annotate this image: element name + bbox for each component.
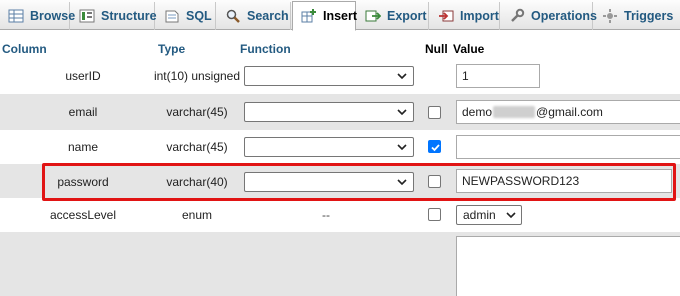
browse-icon [8,8,24,24]
header-type: Type [158,42,186,56]
export-icon [365,8,382,24]
tab-label: Insert [323,9,358,23]
tab-label: Structure [101,9,157,23]
tab-import[interactable]: Import [430,2,500,30]
header-null: Null [425,42,448,56]
tab-sql[interactable]: SQL [156,2,216,30]
import-icon [438,8,454,24]
tab-label: Triggers [624,9,674,23]
null-checkbox[interactable] [428,140,441,153]
table-header: Column Type Function Null Value [0,40,680,58]
column-name: name [67,140,99,154]
tab-export[interactable]: Export [357,2,429,30]
triggers-icon [602,8,618,24]
chevron-down-icon [506,212,516,219]
tab-structure[interactable]: Structure [71,2,157,30]
table-row: name varchar(45) [0,130,680,164]
header-column: Column [2,42,47,56]
chevron-down-icon [397,144,407,151]
null-checkbox[interactable] [428,208,441,221]
value-textarea[interactable] [456,236,680,296]
header-function: Function [240,42,291,56]
column-type: int(10) unsigned [153,69,241,83]
table-row: userID int(10) unsigned 1 [0,58,680,94]
tab-label: Export [387,9,427,23]
tab-browse[interactable]: Browse [0,2,75,30]
value-enum-select[interactable]: admin [456,205,522,225]
value-input[interactable]: demo @gmail.com [456,100,680,124]
function-select[interactable] [244,66,414,86]
tab-label: SQL [186,9,212,23]
tab-label: Browse [30,9,76,23]
structure-icon [79,8,95,24]
chevron-down-icon [397,73,407,80]
tab-bar: Browse Structure SQL Search Insert Expor… [0,0,680,31]
tab-label: Operations [531,9,597,23]
function-select[interactable] [244,137,414,157]
function-select[interactable] [244,102,414,122]
chevron-down-icon [397,109,407,116]
column-name: userID [65,69,101,83]
column-type: enum [181,208,213,222]
table-row: accessLevel enum -- admin [0,198,680,232]
column-name: accessLevel [49,208,117,222]
tab-label: Search [247,9,289,23]
operations-icon [509,8,525,24]
column-type: varchar(45) [166,105,228,119]
tab-insert[interactable]: Insert [292,1,358,31]
table-row: email varchar(45) demo @gmail.com [0,94,680,130]
function-placeholder: -- [322,208,330,222]
tab-operations[interactable]: Operations [501,2,597,30]
column-type: varchar(45) [166,140,228,154]
checkmark-icon [431,144,440,152]
tab-search[interactable]: Search [217,2,291,30]
column-name: email [68,105,98,119]
tab-label: Import [460,9,499,23]
insert-icon [301,8,317,24]
tab-triggers[interactable]: Triggers [594,2,680,30]
value-input[interactable]: 1 [456,64,540,88]
sql-icon [164,8,180,24]
redacted-text [493,106,536,118]
value-input[interactable] [456,135,680,159]
header-value: Value [453,42,485,56]
null-checkbox[interactable] [428,106,441,119]
search-icon [225,8,241,24]
highlight-box [42,163,676,201]
